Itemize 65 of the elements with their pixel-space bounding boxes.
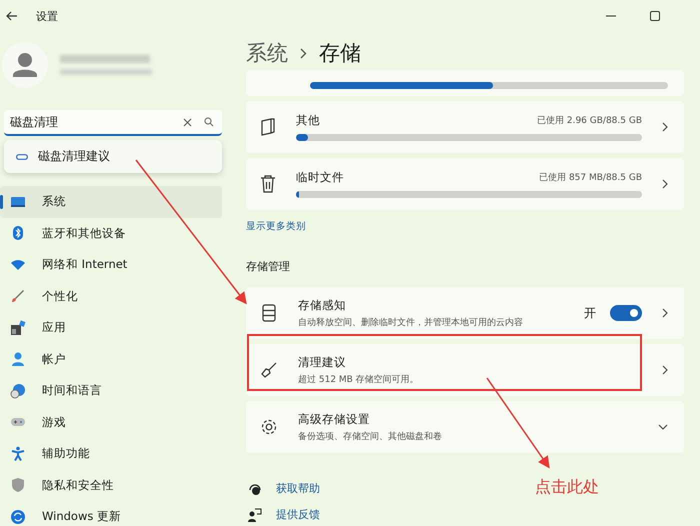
globe-icon: [10, 382, 26, 399]
shield-icon: [10, 477, 26, 494]
category-name: 临时文件: [296, 170, 344, 185]
usage-text: 已使用 857 MB/88.5 GB: [539, 172, 642, 184]
update-icon: [10, 508, 26, 525]
breadcrumb-parent[interactable]: 系统: [246, 39, 288, 67]
nav-item[interactable]: 隐私和安全性: [0, 470, 222, 501]
help-link[interactable]: 提供反馈: [276, 507, 320, 522]
nav-item[interactable]: 时间和语言: [0, 375, 222, 406]
category-name: 其他: [296, 113, 320, 128]
person-icon: [10, 351, 26, 368]
chevron-right-icon: [662, 122, 668, 132]
chevron-right-icon: [662, 308, 668, 318]
annotation-text: 点击此处: [535, 477, 599, 498]
toggle-switch[interactable]: [610, 305, 642, 321]
nav-item[interactable]: 网络和 Internet: [0, 249, 222, 280]
nav-item[interactable]: Windows 更新: [0, 501, 222, 526]
avatar-icon: [2, 42, 48, 88]
feedback-icon: [248, 508, 262, 522]
apps-icon: [10, 320, 26, 336]
window-title: 设置: [36, 8, 58, 24]
setting-description: 自动释放空间、删除临时文件，并管理本地可用的云内容: [298, 316, 524, 328]
setting-row[interactable]: 清理建议 超过 512 MB 存储空间可用。: [246, 344, 684, 396]
trash-icon: [260, 175, 276, 193]
page-title: 存储: [319, 40, 361, 67]
chevron-right-icon: [300, 48, 307, 58]
setting-row[interactable]: 存储感知 自动释放空间、删除临时文件，并管理本地可用的云内容 开: [246, 287, 684, 339]
search-icon[interactable]: [204, 117, 214, 127]
setting-title: 存储感知: [298, 298, 347, 312]
drive-icon: [260, 304, 278, 322]
storage-category-card[interactable]: 临时文件 已使用 857 MB/88.5 GB: [246, 158, 684, 210]
broom-icon: [260, 361, 278, 379]
drive-icon: [16, 154, 28, 160]
document-icon: [260, 118, 276, 136]
nav-item[interactable]: 游戏: [0, 406, 222, 438]
settings-icon: [260, 418, 278, 436]
setting-title: 清理建议: [298, 354, 347, 370]
nav-item[interactable]: 辅助功能: [0, 438, 222, 470]
search-suggestion[interactable]: 磁盘清理建议: [4, 144, 222, 169]
section-title: 存储管理: [246, 259, 290, 274]
usage-text: 已使用 2.96 GB/88.5 GB: [537, 114, 642, 127]
toggle-state-label: 开: [584, 304, 596, 322]
nav-item[interactable]: 帐户: [0, 344, 222, 375]
help-link[interactable]: 获取帮助: [276, 481, 320, 496]
chevron-down-icon[interactable]: [658, 424, 668, 430]
bluetooth-icon: [10, 225, 26, 242]
setting-row[interactable]: 高级存储设置 备份选项、存储空间、其他磁盘和卷: [246, 401, 684, 453]
setting-description: 备份选项、存储空间、其他磁盘和卷: [298, 430, 443, 442]
show-more-link[interactable]: 显示更多类别: [246, 220, 306, 233]
setting-description: 超过 512 MB 存储空间可用。: [298, 374, 420, 386]
chevron-right-icon: [662, 179, 668, 189]
nav-item[interactable]: 个性化: [0, 280, 222, 312]
nav-item[interactable]: 应用: [0, 312, 222, 344]
chevron-right-icon: [662, 365, 668, 375]
nav-item[interactable]: 系统: [0, 186, 222, 218]
maximize-icon[interactable]: [650, 11, 660, 21]
storage-category-card[interactable]: 其他 已使用 2.96 GB/88.5 GB: [246, 101, 684, 153]
clear-icon[interactable]: [183, 118, 192, 126]
brush-icon: [10, 288, 26, 304]
setting-title: 高级存储设置: [298, 412, 371, 426]
help-icon: [248, 482, 262, 496]
nav-item[interactable]: 蓝牙和其他设备: [0, 218, 222, 249]
accessibility-icon: [10, 446, 26, 462]
back-icon[interactable]: [6, 11, 18, 21]
search-field[interactable]: 磁盘清理: [4, 110, 222, 136]
